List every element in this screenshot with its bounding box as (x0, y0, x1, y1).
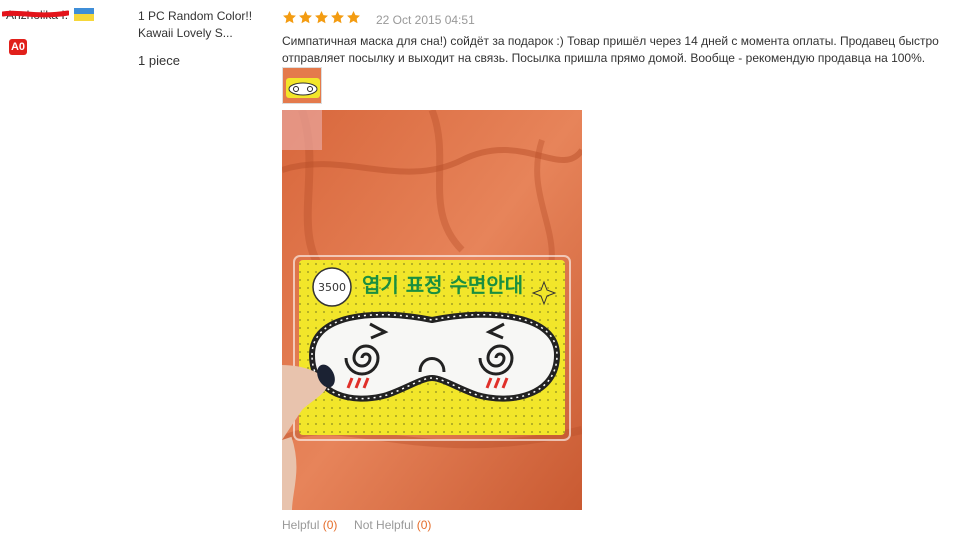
feedback-row: Helpful (0) Not Helpful (0) (282, 518, 431, 532)
country-flag-icon (74, 8, 94, 21)
not-helpful-link[interactable]: Not Helpful (0) (354, 518, 431, 532)
redaction-scribble (2, 10, 69, 18)
not-helpful-count: (0) (416, 518, 432, 532)
product-quantity: 1 piece (138, 53, 180, 68)
review-text: Симпатичная маска для сна!) сойдёт за по… (282, 34, 939, 65)
star-icon (299, 10, 312, 24)
thumbnail-image (283, 68, 321, 103)
star-icon (331, 10, 344, 24)
sleep-mask-photo: 3500 엽기 표정 수면안대 (282, 110, 582, 510)
star-icon (347, 10, 360, 24)
product-name-link[interactable]: 1 PC Random Color!! Kawaii Lovely S... (138, 8, 278, 42)
star-icon (315, 10, 328, 24)
helpful-link[interactable]: Helpful (0) (282, 518, 337, 532)
package-price: 3500 (318, 281, 346, 294)
helpful-count: (0) (322, 518, 338, 532)
review-photo[interactable]: 3500 엽기 표정 수면안대 (282, 110, 582, 510)
star-icon (283, 10, 296, 24)
review-photo-thumbnail[interactable] (282, 67, 322, 104)
rating-stars (282, 10, 361, 25)
product-name-line2: Kawaii Lovely S... (138, 26, 233, 40)
product-name-line1: 1 PC Random Color!! (138, 9, 253, 23)
review-date: 22 Oct 2015 04:51 (376, 13, 475, 27)
package-title: 엽기 표정 수면안대 (362, 273, 523, 297)
buyer-level-badge: A0 (9, 39, 27, 55)
